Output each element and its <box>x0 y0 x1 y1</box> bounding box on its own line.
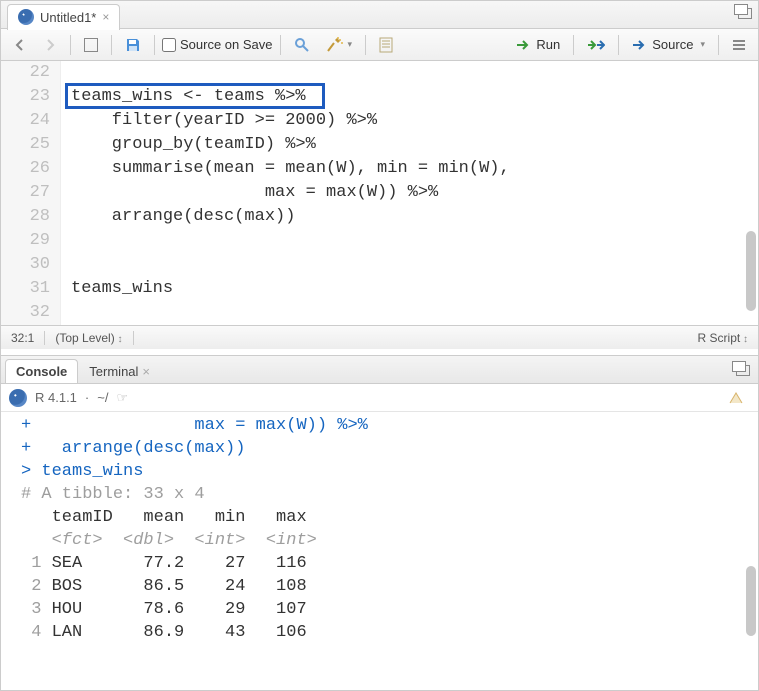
code-editor[interactable]: 2223242526272829303132 teams_wins <- tea… <box>1 61 758 325</box>
run-label: Run <box>536 37 560 52</box>
console-scrollbar[interactable] <box>746 566 756 636</box>
file-tab[interactable]: Untitled1* × <box>7 4 120 30</box>
window-controls-icon[interactable] <box>734 5 752 19</box>
close-icon[interactable]: × <box>102 10 109 24</box>
r-file-icon <box>18 9 34 25</box>
back-button[interactable] <box>7 33 33 57</box>
r-version: R 4.1.1 <box>35 390 77 405</box>
popout-icon <box>84 38 98 52</box>
editor-toolbar: Source on Save ▾ Run Source <box>1 29 758 61</box>
working-dir: ~/ <box>97 390 108 405</box>
editor-scrollbar[interactable] <box>746 231 756 311</box>
forward-button[interactable] <box>37 33 63 57</box>
source-on-save-input[interactable] <box>162 38 176 52</box>
outline-button[interactable] <box>726 33 752 57</box>
code-tools-button[interactable]: ▾ <box>320 33 359 57</box>
rerun-button[interactable] <box>581 33 611 57</box>
clear-console-button[interactable] <box>722 386 750 410</box>
editor-pane: Untitled1* × Source on Save <box>1 1 758 349</box>
file-tab-title: Untitled1* <box>40 10 96 25</box>
path-picker-icon[interactable]: ☞ <box>116 390 128 406</box>
tab-terminal[interactable]: Terminal × <box>78 359 161 383</box>
editor-tab-bar: Untitled1* × <box>1 1 758 29</box>
separator <box>70 35 71 55</box>
close-icon[interactable]: × <box>142 364 150 379</box>
source-button[interactable]: Source ▾ <box>626 33 711 57</box>
line-number-gutter: 2223242526272829303132 <box>1 61 61 325</box>
code-content[interactable]: teams_wins <- teams %>% filter(yearID >=… <box>61 61 758 325</box>
editor-status-bar: 32:1 (Top Level) R Script <box>1 325 758 349</box>
save-button[interactable] <box>119 33 147 57</box>
chevron-down-icon: ▾ <box>700 39 705 50</box>
compile-report-button[interactable] <box>373 33 399 57</box>
show-in-new-window-button[interactable] <box>78 33 104 57</box>
console-output[interactable]: + max = max(W)) %>%+ arrange(desc(max))>… <box>1 412 758 644</box>
console-tab-bar: Console Terminal × <box>1 356 758 384</box>
language-mode[interactable]: R Script <box>688 331 758 345</box>
chevron-down-icon: ▾ <box>348 39 353 50</box>
console-info-bar: R 4.1.1 · ~/ ☞ <box>1 384 758 412</box>
source-on-save-label: Source on Save <box>180 37 273 52</box>
r-logo-icon <box>9 389 27 407</box>
find-button[interactable] <box>288 33 316 57</box>
source-on-save-checkbox[interactable]: Source on Save <box>162 37 273 52</box>
run-button[interactable]: Run <box>510 33 566 57</box>
scope-selector[interactable]: (Top Level) <box>45 331 133 345</box>
tab-console[interactable]: Console <box>5 359 78 383</box>
window-controls-icon[interactable] <box>732 362 750 376</box>
cursor-position: 32:1 <box>1 331 45 345</box>
console-pane: Console Terminal × R 4.1.1 · ~/ ☞ + max … <box>1 355 758 644</box>
source-label: Source <box>652 37 693 52</box>
